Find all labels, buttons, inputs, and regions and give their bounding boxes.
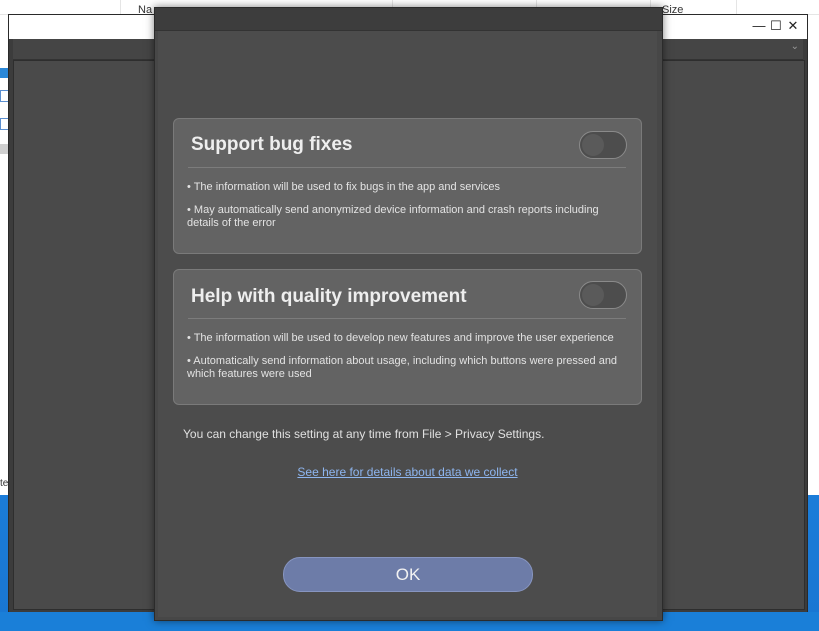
privacy-settings-note: You can change this setting at any time … xyxy=(183,427,545,441)
toggle-knob xyxy=(582,134,604,156)
quality-improvement-title: Help with quality improvement xyxy=(191,286,467,307)
sort-chevron-icon: ˆ xyxy=(258,0,261,7)
dialog-body: Support bug fixes • The information will… xyxy=(158,31,657,617)
chevron-down-icon[interactable]: ⌄ xyxy=(791,41,799,52)
bug-fixes-card: Support bug fixes • The information will… xyxy=(173,118,642,254)
quality-improvement-card: Help with quality improvement • The info… xyxy=(173,269,642,405)
bug-fixes-bullet-1: • The information will be used to fix bu… xyxy=(187,181,501,193)
minimize-icon[interactable]: — xyxy=(751,18,767,34)
data-details-link[interactable]: See here for details about data we colle… xyxy=(158,465,657,479)
maximize-icon[interactable]: ☐ xyxy=(768,18,784,34)
column-divider xyxy=(120,0,121,14)
ok-button[interactable]: OK xyxy=(283,557,533,592)
bug-fixes-toggle[interactable] xyxy=(579,131,627,159)
bug-fixes-title: Support bug fixes xyxy=(191,134,353,155)
folder-icon[interactable] xyxy=(0,144,8,154)
card-divider xyxy=(188,167,626,168)
close-icon[interactable]: ✕ xyxy=(785,18,801,34)
card-divider xyxy=(188,318,626,319)
privacy-settings-dialog: Support bug fixes • The information will… xyxy=(154,7,663,621)
dialog-titlebar[interactable] xyxy=(155,8,662,31)
bug-fixes-bullet-2: • May automatically send anonymized devi… xyxy=(187,204,599,229)
toggle-knob xyxy=(582,284,604,306)
column-divider xyxy=(736,0,737,14)
download-arrow-icon[interactable] xyxy=(0,68,8,78)
quality-bullet-1: • The information will be used to develo… xyxy=(187,332,614,344)
quality-improvement-toggle[interactable] xyxy=(579,281,627,309)
quality-bullet-2: • Automatically send information about u… xyxy=(187,355,618,380)
